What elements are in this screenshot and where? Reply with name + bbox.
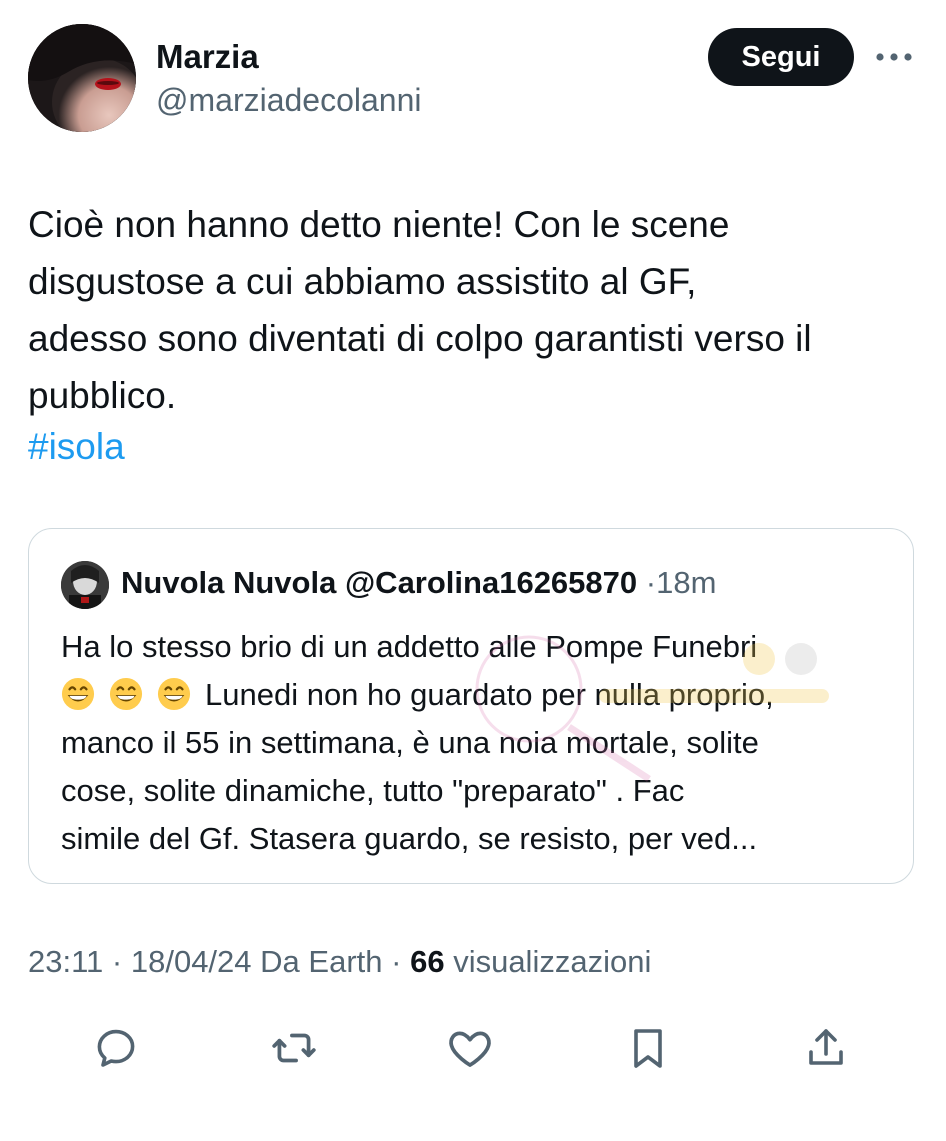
quote-timestamp: 18m <box>656 565 717 600</box>
quote-author-avatar[interactable] <box>61 561 109 609</box>
tweet-time[interactable]: 23:11 <box>28 944 103 979</box>
hashtag-link[interactable]: #isola <box>28 418 125 475</box>
meta-separator: · <box>111 944 123 979</box>
tweet-text-line: Cioè non hanno detto niente! Con le scen… <box>28 204 730 245</box>
tweet-meta: 23:11 · 18/04/24 Da Earth · 66 visualizz… <box>28 944 651 980</box>
reply-icon <box>97 1029 135 1067</box>
quote-text-line: Ha lo stesso brio di un addetto alle Pom… <box>61 629 758 664</box>
action-bar <box>0 1020 946 1080</box>
quote-text-line: simile del Gf. Stasera guardo, se resist… <box>61 821 758 856</box>
quote-avatar-photo <box>61 561 109 609</box>
tweet-date[interactable]: 18/04/24 <box>131 944 252 979</box>
quoted-tweet-card[interactable]: Nuvola Nuvola @Carolina16265870 ·18m Ha … <box>28 528 914 884</box>
author-display-name[interactable]: Marzia <box>156 38 259 76</box>
more-options-button[interactable] <box>872 40 916 74</box>
quote-header: Nuvola Nuvola @Carolina16265870 ·18m <box>121 565 716 601</box>
like-button[interactable] <box>442 1020 498 1076</box>
tweet-text-line: adesso sono diventati di colpo garantist… <box>28 318 812 359</box>
meta-separator: · <box>391 944 402 979</box>
author-avatar[interactable] <box>28 24 136 132</box>
bookmark-icon <box>634 1029 662 1068</box>
grinning-face-emoji-icon <box>157 677 191 711</box>
grinning-face-emoji-icon <box>109 677 143 711</box>
avatar-photo <box>28 24 136 132</box>
quote-text-fragment: Lunedi non ho guardato per nulla proprio… <box>205 677 774 712</box>
follow-button[interactable]: Segui <box>708 28 854 86</box>
retweet-button[interactable] <box>266 1020 322 1076</box>
views-count[interactable]: 66 <box>410 944 444 979</box>
quote-text-line: manco il 55 in settimana, è una noia mor… <box>61 725 759 760</box>
reply-button[interactable] <box>88 1020 144 1076</box>
grinning-face-emoji-icon <box>61 677 95 711</box>
retweet-icon <box>272 1033 316 1063</box>
quote-author-name[interactable]: Nuvola Nuvola <box>121 565 336 600</box>
views-label[interactable]: visualizzazioni <box>453 944 651 979</box>
share-icon <box>809 1029 843 1065</box>
quote-text-line-emoji: Lunedi non ho guardato per nulla proprio… <box>61 671 901 719</box>
tweet-text-line: disgustose a cui abbiamo assistito al GF… <box>28 261 697 302</box>
author-handle[interactable]: @marziadecolanni <box>156 82 422 119</box>
more-dots-icon <box>876 53 912 61</box>
bookmark-button[interactable] <box>620 1020 676 1076</box>
quote-text-line: cose, solite dinamiche, tutto "preparato… <box>61 773 685 808</box>
tweet-text-line: pubblico. <box>28 375 177 416</box>
emoji-row <box>61 677 205 712</box>
quote-text: Ha lo stesso brio di un addetto alle Pom… <box>61 623 901 863</box>
quote-separator: · <box>645 565 657 600</box>
share-button[interactable] <box>798 1020 854 1076</box>
heart-icon <box>449 1031 491 1067</box>
quote-author-handle[interactable]: @Carolina16265870 <box>345 565 637 600</box>
tweet-text: Cioè non hanno detto niente! Con le scen… <box>28 196 923 424</box>
tweet-source: Da Earth <box>260 944 383 979</box>
